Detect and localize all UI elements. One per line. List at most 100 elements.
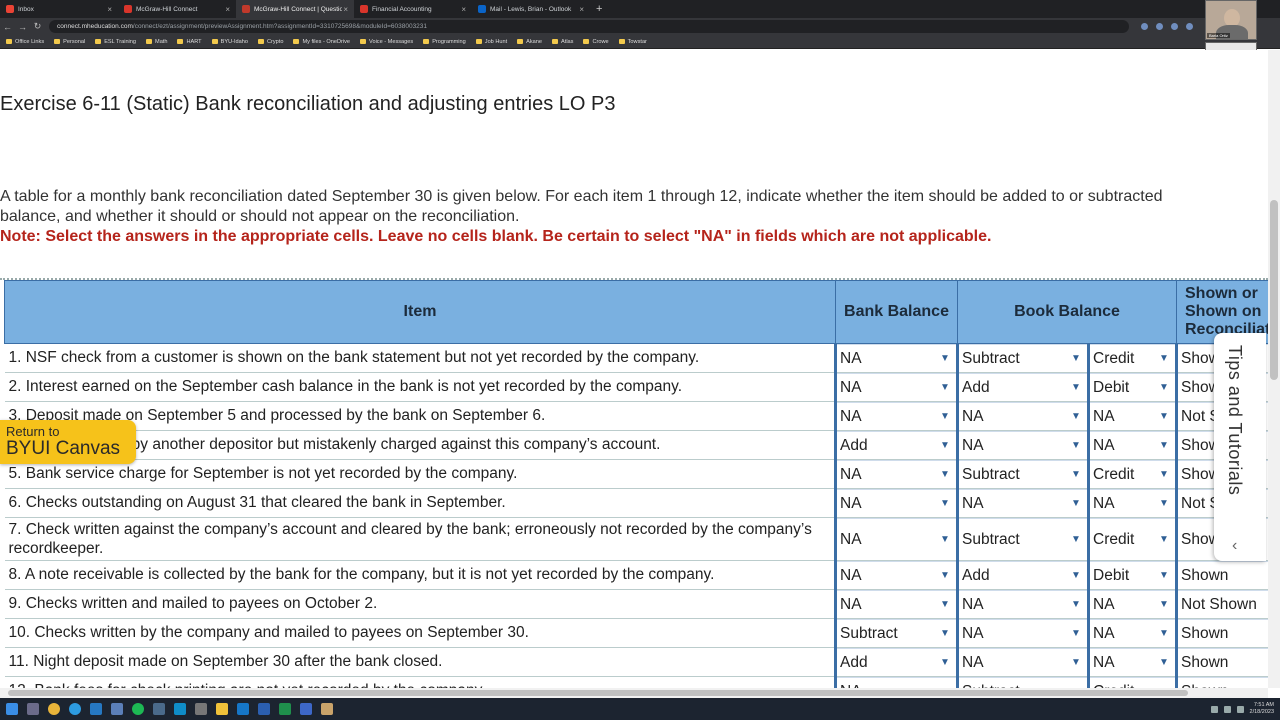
dropdown-arrow-icon[interactable]: ▼ <box>1153 440 1175 451</box>
debit-credit-select[interactable]: NA ▼ <box>1087 647 1177 677</box>
debit-credit-select[interactable]: Credit▼ <box>1087 343 1177 373</box>
book-balance-select[interactable]: Subtract▼ <box>956 343 1089 373</box>
dropdown-arrow-icon[interactable]: ▼ <box>1065 530 1087 549</box>
windows-start-icon[interactable] <box>6 703 18 715</box>
back-icon[interactable]: ← <box>0 22 15 32</box>
bookmark-item[interactable]: Crowe <box>583 39 609 45</box>
taskbar-app-icon[interactable] <box>111 703 123 715</box>
url-field[interactable]: connect.mheducation.com/connect/ezt/assi… <box>49 20 1129 33</box>
bank-balance-select[interactable]: NA▼ <box>834 459 958 489</box>
dropdown-arrow-icon[interactable]: ▼ <box>934 469 956 480</box>
debit-credit-select[interactable]: NA ▼ <box>1087 401 1177 431</box>
shown-select[interactable]: Shown <box>1175 560 1268 590</box>
dropdown-arrow-icon[interactable]: ▼ <box>1153 353 1175 364</box>
dropdown-arrow-icon[interactable]: ▼ <box>1065 498 1087 509</box>
bookmark-item[interactable]: Programming <box>423 39 466 45</box>
bookmark-item[interactable]: Math <box>146 39 167 45</box>
vscode-icon[interactable] <box>90 703 102 715</box>
forward-icon[interactable]: → <box>15 22 30 32</box>
dropdown-arrow-icon[interactable]: ▼ <box>1065 382 1087 393</box>
dropdown-arrow-icon[interactable]: ▼ <box>934 599 956 610</box>
book-balance-select[interactable]: NA ▼ <box>956 647 1089 677</box>
browser-tab[interactable]: McGraw-Hill Connect × <box>118 0 236 18</box>
dropdown-arrow-icon[interactable]: ▼ <box>1153 530 1175 549</box>
bookmark-item[interactable]: Voice - Messages <box>360 39 413 45</box>
chevron-left-icon[interactable]: ‹ <box>1232 537 1237 555</box>
book-balance-select[interactable]: NA ▼ <box>956 618 1089 648</box>
bank-balance-select[interactable]: NA▼ <box>834 676 958 688</box>
book-balance-select[interactable]: NA ▼ <box>956 589 1089 619</box>
dropdown-arrow-icon[interactable]: ▼ <box>1153 570 1175 581</box>
bank-balance-select[interactable]: Add ▼ <box>834 647 958 677</box>
dropdown-arrow-icon[interactable]: ▼ <box>1065 440 1087 451</box>
book-balance-select[interactable]: NA ▼ <box>956 488 1089 518</box>
bank-balance-select[interactable]: Subtract ▼ <box>834 618 958 648</box>
bookmark-item[interactable]: ESL Training <box>95 39 136 45</box>
edge-icon[interactable] <box>69 703 81 715</box>
debit-credit-select[interactable]: Credit▼ <box>1087 676 1177 688</box>
dropdown-arrow-icon[interactable]: ▼ <box>1065 411 1087 422</box>
debit-credit-select[interactable]: NA ▼ <box>1087 618 1177 648</box>
bookmark-item[interactable]: Akane <box>517 39 542 45</box>
book-balance-select[interactable]: NA ▼ <box>956 401 1089 431</box>
dropdown-arrow-icon[interactable]: ▼ <box>1153 628 1175 639</box>
extension-icon[interactable] <box>1186 23 1193 30</box>
debit-credit-select[interactable]: NA ▼ <box>1087 589 1177 619</box>
chrome-icon[interactable] <box>48 703 60 715</box>
outlook-icon[interactable] <box>237 703 249 715</box>
dropdown-arrow-icon[interactable]: ▼ <box>1065 599 1087 610</box>
debit-credit-select[interactable]: Debit ▼ <box>1087 372 1177 402</box>
debit-credit-select[interactable]: Credit▼ <box>1087 517 1177 561</box>
bank-balance-select[interactable]: NA▼ <box>834 343 958 373</box>
taskbar-app-icon[interactable] <box>321 703 333 715</box>
bookmark-item[interactable]: BYU-Idaho <box>211 39 248 45</box>
vertical-scrollbar[interactable] <box>1268 50 1280 688</box>
dropdown-arrow-icon[interactable]: ▼ <box>1153 382 1175 393</box>
battery-icon[interactable] <box>1236 705 1244 713</box>
close-icon[interactable]: × <box>579 5 584 14</box>
book-balance-select[interactable]: NA ▼ <box>956 430 1089 460</box>
browser-tab[interactable]: Mail - Lewis, Brian - Outlook × <box>472 0 590 18</box>
bookmark-item[interactable]: My files - OneDrive <box>293 39 350 45</box>
debit-credit-select[interactable]: NA ▼ <box>1087 488 1177 518</box>
bank-balance-select[interactable]: NA▼ <box>834 589 958 619</box>
dropdown-arrow-icon[interactable]: ▼ <box>934 353 956 364</box>
dropdown-arrow-icon[interactable]: ▼ <box>1065 628 1087 639</box>
debit-credit-select[interactable]: Debit ▼ <box>1087 560 1177 590</box>
dropdown-arrow-icon[interactable]: ▼ <box>1065 657 1087 668</box>
close-icon[interactable]: × <box>343 5 348 14</box>
new-tab-button[interactable]: + <box>590 3 602 15</box>
dropdown-arrow-icon[interactable]: ▼ <box>1065 469 1087 480</box>
bookmark-item[interactable]: Personal <box>54 39 85 45</box>
zoom-icon[interactable] <box>1141 23 1148 30</box>
shown-select[interactable]: Shown <box>1175 647 1268 677</box>
file-explorer-icon[interactable] <box>216 703 228 715</box>
bank-balance-select[interactable]: NA▼ <box>834 401 958 431</box>
dropdown-arrow-icon[interactable]: ▼ <box>1153 411 1175 422</box>
browser-tab[interactable]: Inbox × <box>0 0 118 18</box>
bookmark-item[interactable]: HART <box>177 39 202 45</box>
dropdown-arrow-icon[interactable]: ▼ <box>934 628 956 639</box>
shown-select[interactable]: Shown <box>1175 676 1268 688</box>
book-balance-select[interactable]: Subtract▼ <box>956 676 1089 688</box>
taskbar-app-icon[interactable] <box>300 703 312 715</box>
bookmark-item[interactable]: Office Links <box>6 39 44 45</box>
debit-credit-select[interactable]: NA ▼ <box>1087 430 1177 460</box>
reload-icon[interactable]: ↻ <box>30 21 45 32</box>
close-icon[interactable]: × <box>107 5 112 14</box>
horizontal-scrollbar[interactable] <box>0 688 1268 698</box>
bank-balance-select[interactable]: NA▼ <box>834 372 958 402</box>
taskbar-app-icon[interactable] <box>195 703 207 715</box>
dropdown-arrow-icon[interactable]: ▼ <box>934 411 956 422</box>
shown-select[interactable]: Shown <box>1175 618 1268 648</box>
bank-balance-select[interactable]: Add ▼ <box>834 430 958 460</box>
dropdown-arrow-icon[interactable]: ▼ <box>1153 599 1175 610</box>
dropdown-arrow-icon[interactable]: ▼ <box>1153 498 1175 509</box>
bookmark-item[interactable]: Job Hunt <box>475 39 507 45</box>
dropdown-arrow-icon[interactable]: ▼ <box>1065 353 1087 364</box>
dropdown-arrow-icon[interactable]: ▼ <box>1153 469 1175 480</box>
book-balance-select[interactable]: Subtract▼ <box>956 517 1089 561</box>
dropdown-arrow-icon[interactable]: ▼ <box>934 530 956 549</box>
dropdown-arrow-icon[interactable]: ▼ <box>934 498 956 509</box>
taskbar-app-icon[interactable] <box>174 703 186 715</box>
